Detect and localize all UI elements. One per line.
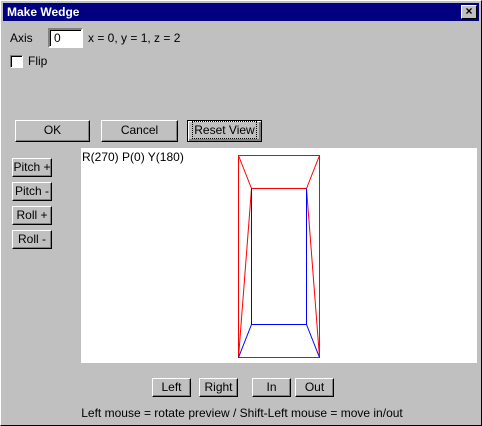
axis-input[interactable]: 0: [48, 28, 83, 48]
wedge-wireframe: [238, 155, 320, 358]
close-icon[interactable]: ×: [461, 5, 477, 19]
reset-view-label: Reset View: [192, 121, 257, 139]
edge-diag-right: [306, 188, 320, 358]
wedge-inner: [238, 188, 320, 358]
wedge-preview-canvas[interactable]: R(270) P(0) Y(180): [81, 148, 477, 363]
flip-checkbox[interactable]: [10, 55, 23, 68]
cancel-button[interactable]: Cancel: [101, 120, 178, 142]
flip-label: Flip: [28, 54, 48, 68]
axis-label: Axis: [10, 31, 33, 45]
make-wedge-dialog: Make Wedge × Axis 0 x = 0, y = 1, z = 2 …: [0, 0, 482, 426]
roll-minus-button[interactable]: Roll -: [12, 230, 52, 249]
pitch-plus-button[interactable]: Pitch +: [12, 158, 52, 177]
pitch-minus-button[interactable]: Pitch -: [12, 182, 52, 201]
title-bar[interactable]: Make Wedge ×: [3, 3, 479, 21]
reset-view-button[interactable]: Reset View: [187, 120, 262, 142]
window-title: Make Wedge: [7, 5, 80, 19]
edge-top-right: [306, 155, 320, 189]
right-button[interactable]: Right: [199, 378, 238, 397]
left-button[interactable]: Left: [152, 378, 191, 397]
axis-hint: x = 0, y = 1, z = 2: [88, 31, 181, 45]
in-button[interactable]: In: [252, 378, 291, 397]
ok-button[interactable]: OK: [15, 120, 90, 142]
roll-plus-button[interactable]: Roll +: [12, 206, 52, 225]
mouse-hint: Left mouse = rotate preview / Shift-Left…: [81, 406, 403, 420]
edge-diag-left: [238, 188, 252, 358]
out-button[interactable]: Out: [295, 378, 334, 397]
edge-top-left: [238, 155, 252, 189]
